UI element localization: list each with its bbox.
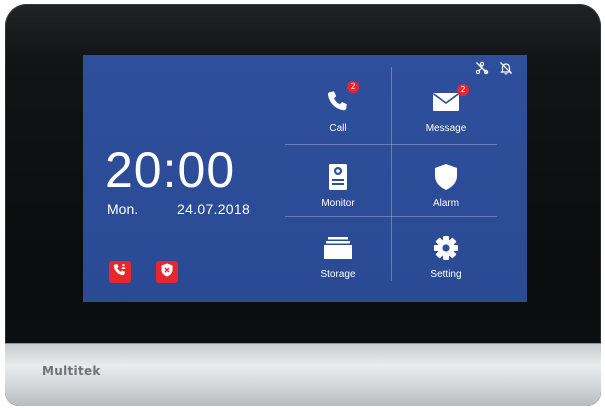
menu-call[interactable]: 2 Call — [288, 79, 388, 145]
call-badge: 2 — [347, 81, 359, 93]
menu-divider-vertical — [391, 67, 392, 281]
menu-message-label: Message — [425, 123, 467, 134]
call-guard-button[interactable] — [109, 261, 131, 283]
menu-setting[interactable]: Setting — [396, 225, 496, 291]
menu-monitor-label: Monitor — [321, 198, 355, 209]
network-off-icon — [475, 61, 489, 75]
menu-call-label: Call — [329, 123, 347, 134]
folder-stack-icon — [323, 233, 353, 263]
status-bar — [475, 61, 513, 75]
envelope-icon: 2 — [431, 84, 469, 117]
menu-setting-label: Setting — [430, 269, 462, 280]
clock-date: 24.07.2018 — [177, 201, 251, 217]
menu-alarm-label: Alarm — [432, 198, 460, 209]
intercom-device: 20:00 Mon. 24.07.2018 2 Call 2 Message M… — [5, 4, 601, 406]
clock-day: Mon. — [107, 201, 139, 217]
call-guard-icon — [112, 262, 128, 283]
menu-monitor[interactable]: Monitor — [288, 154, 388, 220]
disarm-shield-icon — [159, 262, 175, 283]
menu-alarm[interactable]: Alarm — [396, 154, 496, 220]
shield-icon — [431, 162, 461, 192]
clock-time: 20:00 — [105, 142, 236, 198]
brand-logo: Multitek — [42, 364, 101, 378]
phone-icon: 2 — [323, 81, 359, 117]
device-bottom-bezel: Multitek — [5, 343, 601, 406]
menu-storage[interactable]: Storage — [288, 225, 388, 291]
door-station-icon — [323, 162, 353, 192]
message-badge: 2 — [457, 84, 469, 96]
gear-icon — [431, 233, 461, 263]
menu-message[interactable]: 2 Message — [396, 79, 496, 145]
touch-screen: 20:00 Mon. 24.07.2018 2 Call 2 Message M… — [83, 55, 527, 302]
disarm-alarm-button[interactable] — [156, 261, 178, 283]
bell-muted-icon — [499, 61, 513, 75]
menu-storage-label: Storage — [320, 269, 356, 280]
